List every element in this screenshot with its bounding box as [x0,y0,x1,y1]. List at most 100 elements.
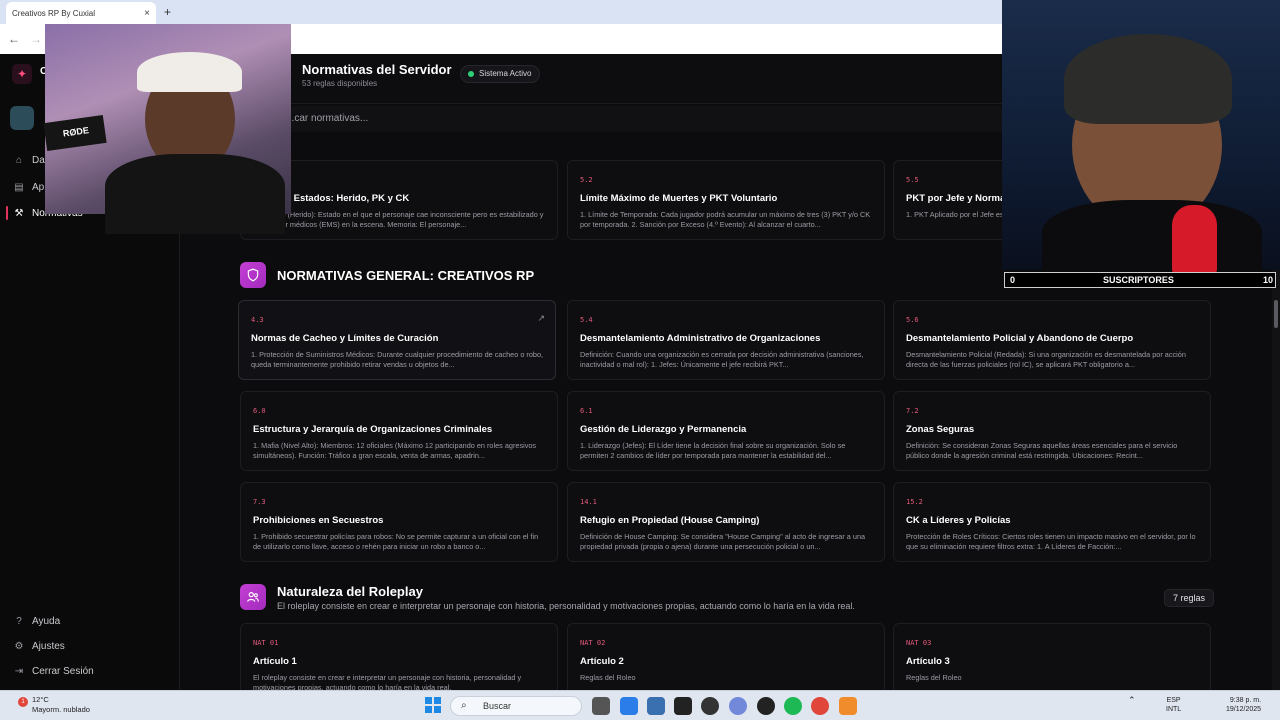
avatar[interactable] [10,106,34,130]
card-description: 1. Prohibido secuestrar policías para ro… [253,532,539,551]
search-icon: ⌕ [461,700,467,711]
app-icon-orange[interactable] [839,697,857,715]
card-title: Desmantelamiento Administrativo de Organ… [580,333,821,344]
chrome-icon[interactable] [811,697,829,715]
rule-card[interactable]: 6.0 Estructura y Jerarquía de Organizaci… [240,391,558,471]
sidebar-item-dashboard[interactable]: ⌂ Da [14,155,45,166]
rule-card[interactable]: 7.2 Zonas Seguras Definición: Se conside… [893,391,1211,471]
browser-tab[interactable]: Creativos RP By Cuxial × [6,2,156,24]
gavel-icon: ⚒ [14,208,24,219]
webcam-overlay-left: RØDE [43,24,291,234]
brand-logo-icon: ✦ [12,64,32,84]
card-description: Reglas del Roleo [906,673,962,682]
status-badge: Sistema Activo [460,65,541,83]
card-title: Artículo 1 [253,656,297,667]
card-title: PKT por Jefe y Normas [906,193,1011,204]
card-title: CK a Líderes y Policías [906,515,1011,526]
rule-card[interactable]: NAT 02 Artículo 2 Reglas del Roleo [567,623,885,690]
card-description: Definición: Cuando una organización es c… [580,350,864,369]
users-icon [240,584,266,610]
document-icon: ▤ [14,182,24,193]
clock[interactable]: 9:38 p. m. 19/12/2025 [1226,696,1261,714]
discord-icon[interactable] [729,697,747,715]
tab-close-icon[interactable]: × [144,8,150,19]
card-title: Normas de Cacheo y Límites de Curación [251,333,439,344]
rule-card[interactable]: 14.1 Refugio en Propiedad (House Camping… [567,482,885,562]
new-tab-icon[interactable]: + [164,5,171,19]
card-description: 1. Mafia (Nivel Alto): Miembros: 12 ofic… [253,441,537,460]
rule-card[interactable]: 4.3 ↗ Normas de Cacheo y Límites de Cura… [238,300,556,380]
status-label: Sistema Activo [479,69,532,78]
card-code: 7.2 [906,407,919,415]
active-indicator [6,206,8,220]
subs-label: SUSCRIPTORES [1103,275,1174,285]
back-icon[interactable]: ← [8,32,20,46]
sidebar-item-help[interactable]: ? Ayuda [14,616,60,627]
obs-icon[interactable] [701,697,719,715]
language-code: ESP [1166,697,1181,704]
scrollbar-thumb[interactable] [1274,300,1278,328]
external-link-icon[interactable]: ↗ [537,313,545,324]
card-description: 1. Abatido (Herido): Estado en el que el… [253,210,544,229]
card-code: 5.5 [906,176,919,184]
store-icon[interactable] [647,697,665,715]
section-title: NORMATIVAS GENERAL: CREATIVOS RP [277,268,535,283]
clock-time: 9:38 p. m. [1229,697,1262,704]
keyboard-layout: INTL [1166,706,1182,713]
home-icon: ⌂ [15,155,23,166]
rule-card[interactable]: 6.1 Gestión de Liderazgo y Permanencia 1… [567,391,885,471]
cap [137,52,242,92]
card-code: 6.1 [580,407,593,415]
copilot-icon[interactable] [620,697,638,715]
sidebar-item-label: Ajustes [32,641,65,652]
card-code: NAT 01 [253,639,279,647]
rule-card[interactable]: 7.3 Prohibiciones en Secuestros 1. Prohi… [240,482,558,562]
rule-card[interactable]: 5.6 Desmantelamiento Policial y Abandono… [893,300,1211,380]
card-title: Desmantelamiento Policial y Abandono de … [906,333,1134,344]
hoodie [105,154,285,234]
logout-icon: ⇥ [14,666,24,677]
task-view-icon[interactable] [592,697,610,715]
rule-card[interactable]: 15.2 CK a Líderes y Policías Protección … [893,482,1211,562]
card-code: 15.2 [906,498,923,506]
tab-title: Creativos RP By Cuxial [12,8,95,18]
capcut-icon[interactable] [674,697,692,715]
card-description: 1. Liderazgo (Jefes): El Líder tiene la … [580,441,846,460]
card-title: Prohibiciones en Secuestros [253,515,384,526]
sidebar-item-apps[interactable]: ▤ Ap [14,182,44,193]
app-icon[interactable] [757,697,775,715]
card-title: Gestión de Liderazgo y Permanencia [580,424,747,435]
taskbar-search[interactable]: ⌕ Buscar [450,696,582,716]
rule-card[interactable]: 5.2 Límite Máximo de Muertes y PKT Volun… [567,160,885,240]
taskbar-search-label: Buscar [483,701,512,711]
language-indicator[interactable]: ESP INTL [1166,696,1181,714]
card-code: NAT 02 [580,639,606,647]
subs-goal: 10 [1262,275,1273,285]
rule-card[interactable]: NAT 03 Artículo 3 Reglas del Roleo [893,623,1211,690]
sidebar-item-settings[interactable]: ⚙ Ajustes [14,641,65,652]
card-description: 1. Protección de Suministros Médicos: Du… [251,350,544,369]
search-input[interactable]: ...car normativas... [286,113,368,124]
help-icon: ? [16,616,22,627]
shirt [1042,200,1262,280]
windows-start-icon[interactable] [425,697,441,713]
rule-card[interactable]: 5.4 Desmantelamiento Administrativo de O… [567,300,885,380]
card-title: Refugio en Propiedad (House Camping) [580,515,760,526]
forward-icon[interactable]: → [30,32,42,46]
card-description: Definición: Se consideran Zonas Seguras … [906,441,1178,460]
page-header: Normativas del Servidor 53 reglas dispon… [180,54,1002,104]
rules-count-badge: 7 reglas [1164,589,1215,607]
search-bar[interactable]: ...car normativas... [180,106,1002,132]
card-code: 5.2 [580,176,593,184]
page-title: Normativas del Servidor [302,62,452,77]
card-description: Protección de Roles Críticos: Ciertos ro… [906,532,1196,551]
card-code: 6.0 [253,407,266,415]
card-code: 5.6 [906,316,919,324]
tray-chevron-icon[interactable]: ⌃ [1128,696,1136,705]
clock-date: 19/12/2025 [1226,706,1262,713]
section-title: Naturaleza del Roleplay [277,584,423,599]
sidebar-item-label: Cerrar Sesión [32,666,94,677]
sidebar-item-logout[interactable]: ⇥ Cerrar Sesión [14,666,94,677]
rule-card[interactable]: NAT 01 Artículo 1 El roleplay consiste e… [240,623,558,690]
spotify-icon[interactable] [784,697,802,715]
